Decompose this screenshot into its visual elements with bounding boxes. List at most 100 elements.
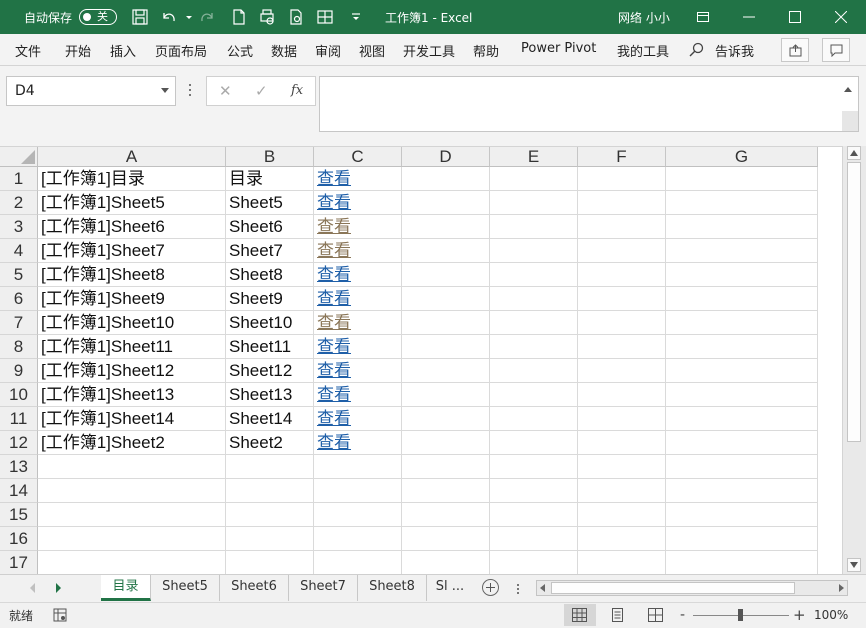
cell-g2[interactable] <box>666 191 818 215</box>
cell-d12[interactable] <box>402 431 490 455</box>
tab-developer[interactable]: 开发工具 <box>403 41 455 60</box>
sheet-tab-catalog[interactable]: 目录 <box>101 575 151 601</box>
row-header-16[interactable]: 16 <box>0 527 38 551</box>
row-header-15[interactable]: 15 <box>0 503 38 527</box>
cell-c13[interactable] <box>314 455 402 479</box>
cell-g4[interactable] <box>666 239 818 263</box>
cell-d17[interactable] <box>402 551 490 574</box>
hyperlink-view-2[interactable]: 查看 <box>314 191 402 215</box>
hyperlink-view-12[interactable]: 查看 <box>314 431 402 455</box>
cell-f9[interactable] <box>578 359 666 383</box>
tab-data[interactable]: 数据 <box>271 41 297 60</box>
cell-e6[interactable] <box>490 287 578 311</box>
row-header-3[interactable]: 3 <box>0 215 38 239</box>
hyperlink-view-4[interactable]: 查看 <box>314 239 402 263</box>
sheet-tab-sheet8[interactable]: Sheet8 <box>358 575 427 601</box>
cell-e9[interactable] <box>490 359 578 383</box>
cell-g12[interactable] <box>666 431 818 455</box>
cell-d4[interactable] <box>402 239 490 263</box>
page-break-preview-button[interactable] <box>640 604 672 626</box>
column-header-a[interactable]: A <box>38 147 226 167</box>
share-button[interactable] <box>781 38 809 62</box>
cell-a17[interactable] <box>38 551 226 574</box>
hyperlink-view-11[interactable]: 查看 <box>314 407 402 431</box>
cell-a14[interactable] <box>38 479 226 503</box>
cell-b4[interactable]: Sheet7 <box>226 239 314 263</box>
row-header-11[interactable]: 11 <box>0 407 38 431</box>
cell-e15[interactable] <box>490 503 578 527</box>
cell-e8[interactable] <box>490 335 578 359</box>
cell-f14[interactable] <box>578 479 666 503</box>
sheet-tab-sheet5[interactable]: Sheet5 <box>151 575 220 601</box>
enter-icon[interactable]: ✓ <box>255 82 268 100</box>
cell-g1[interactable] <box>666 167 818 191</box>
open-file-icon[interactable] <box>287 8 305 26</box>
cell-e14[interactable] <box>490 479 578 503</box>
cell-g5[interactable] <box>666 263 818 287</box>
cell-d15[interactable] <box>402 503 490 527</box>
row-header-10[interactable]: 10 <box>0 383 38 407</box>
tab-my-tools[interactable]: 我的工具 <box>617 41 669 60</box>
previous-sheet-arrow[interactable] <box>30 583 35 593</box>
formula-scrollbar[interactable] <box>842 111 858 131</box>
cell-g9[interactable] <box>666 359 818 383</box>
cell-a4[interactable]: [工作簿1]Sheet7 <box>38 239 226 263</box>
column-header-c[interactable]: C <box>314 147 402 167</box>
splitter-icon[interactable] <box>517 584 519 596</box>
cell-e16[interactable] <box>490 527 578 551</box>
cell-b17[interactable] <box>226 551 314 574</box>
row-header-13[interactable]: 13 <box>0 455 38 479</box>
cell-f15[interactable] <box>578 503 666 527</box>
cell-f7[interactable] <box>578 311 666 335</box>
hyperlink-view-9[interactable]: 查看 <box>314 359 402 383</box>
cell-a8[interactable]: [工作簿1]Sheet11 <box>38 335 226 359</box>
cell-d3[interactable] <box>402 215 490 239</box>
cell-e5[interactable] <box>490 263 578 287</box>
maximize-button[interactable] <box>772 0 818 34</box>
row-header-4[interactable]: 4 <box>0 239 38 263</box>
undo-icon[interactable] <box>160 8 178 26</box>
cell-c16[interactable] <box>314 527 402 551</box>
cell-f10[interactable] <box>578 383 666 407</box>
cell-e7[interactable] <box>490 311 578 335</box>
cell-b6[interactable]: Sheet9 <box>226 287 314 311</box>
cell-b1[interactable]: 目录 <box>226 167 314 191</box>
cell-d1[interactable] <box>402 167 490 191</box>
cell-f13[interactable] <box>578 455 666 479</box>
hyperlink-view-1[interactable]: 查看 <box>314 167 402 191</box>
cell-g11[interactable] <box>666 407 818 431</box>
zoom-slider-thumb[interactable] <box>738 609 743 621</box>
cell-e10[interactable] <box>490 383 578 407</box>
hyperlink-view-8[interactable]: 查看 <box>314 335 402 359</box>
vertical-scrollbar[interactable] <box>842 146 866 574</box>
cell-e3[interactable] <box>490 215 578 239</box>
ribbon-display-options-button[interactable] <box>680 0 726 34</box>
tab-page-layout[interactable]: 页面布局 <box>155 41 207 60</box>
tab-help[interactable]: 帮助 <box>473 41 499 60</box>
tab-insert[interactable]: 插入 <box>110 41 136 60</box>
scroll-right-arrow[interactable] <box>839 584 844 592</box>
cell-d2[interactable] <box>402 191 490 215</box>
cell-g8[interactable] <box>666 335 818 359</box>
formula-input[interactable] <box>319 76 859 132</box>
cell-d6[interactable] <box>402 287 490 311</box>
row-header-17[interactable]: 17 <box>0 551 38 574</box>
scroll-down-arrow[interactable] <box>847 558 861 572</box>
cell-e1[interactable] <box>490 167 578 191</box>
cell-d7[interactable] <box>402 311 490 335</box>
cell-f4[interactable] <box>578 239 666 263</box>
cell-f11[interactable] <box>578 407 666 431</box>
cell-a9[interactable]: [工作簿1]Sheet12 <box>38 359 226 383</box>
cell-a7[interactable]: [工作簿1]Sheet10 <box>38 311 226 335</box>
column-header-b[interactable]: B <box>226 147 314 167</box>
cell-b16[interactable] <box>226 527 314 551</box>
horizontal-scroll-thumb[interactable] <box>551 582 795 594</box>
cell-d11[interactable] <box>402 407 490 431</box>
cell-f16[interactable] <box>578 527 666 551</box>
chevron-down-icon[interactable] <box>161 88 169 93</box>
cell-a11[interactable]: [工作簿1]Sheet14 <box>38 407 226 431</box>
cell-f8[interactable] <box>578 335 666 359</box>
cell-f3[interactable] <box>578 215 666 239</box>
normal-view-button[interactable] <box>564 604 596 626</box>
cell-e2[interactable] <box>490 191 578 215</box>
